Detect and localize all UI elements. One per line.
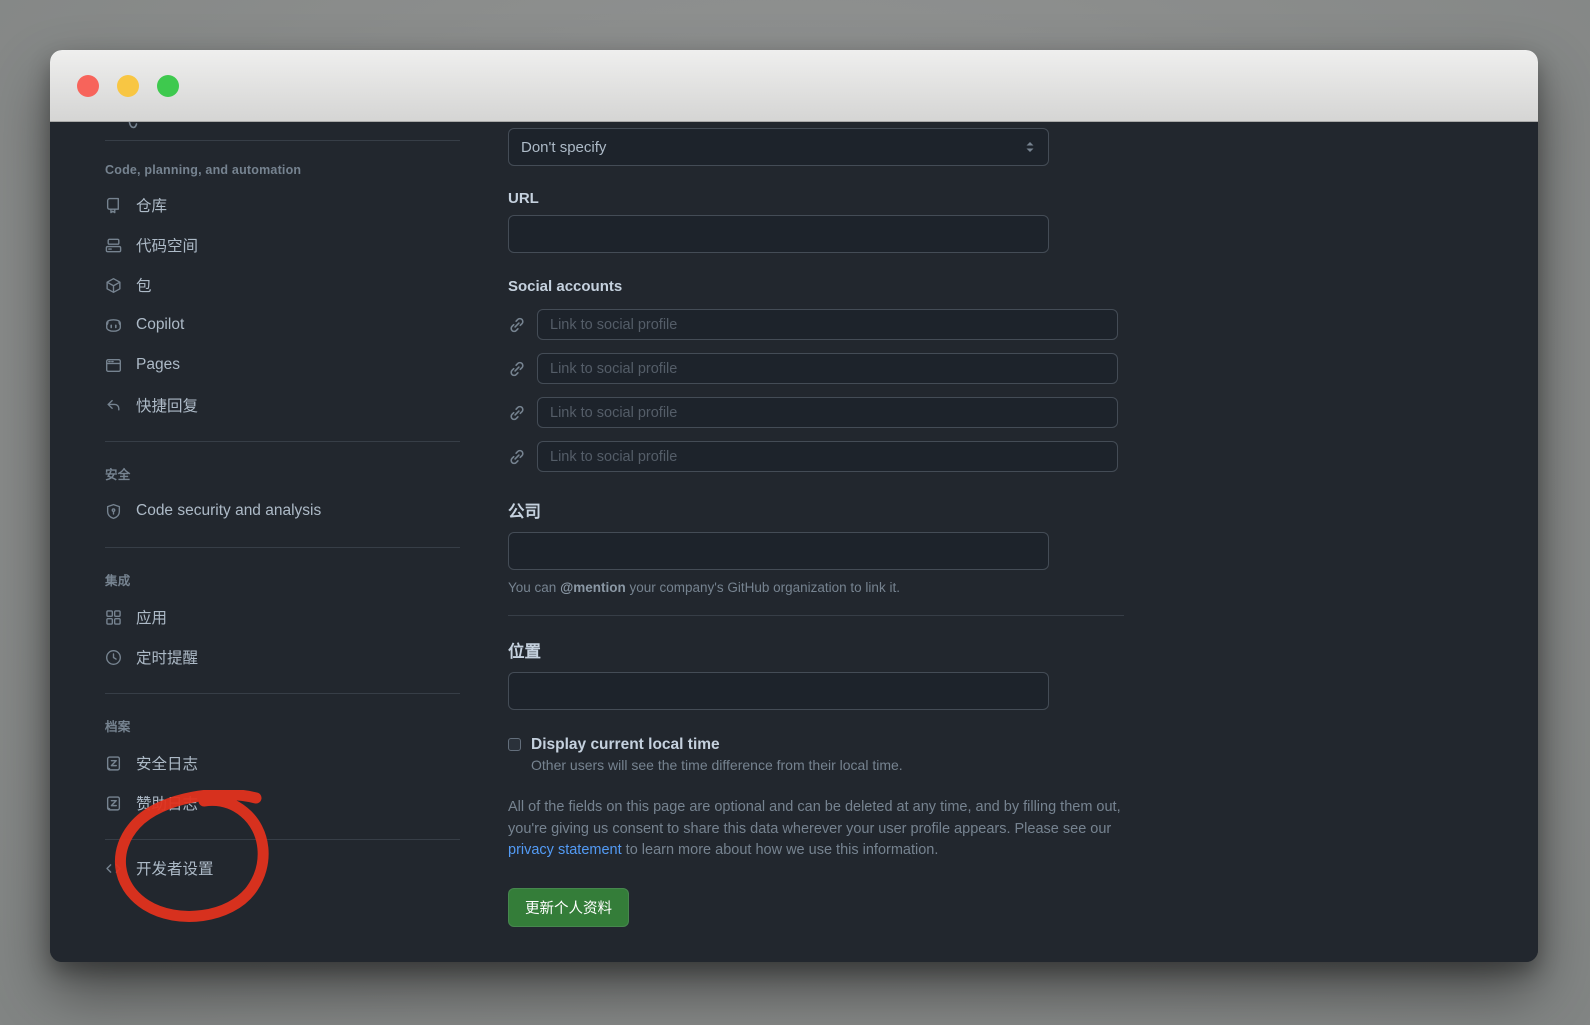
sidebar-item-label: 仓库 [136,194,167,216]
sidebar-item-label: Copilot [136,316,184,334]
sidebar-item-developer-settings[interactable]: 开发者设置 [105,848,460,888]
company-label: 公司 [508,498,1124,522]
social-accounts-label: Social accounts [508,278,1124,295]
settings-page: Code, planning, and automation 仓库 代码空 [50,122,1538,962]
sidebar-divider [105,693,460,694]
link-icon [508,404,526,422]
maximize-button[interactable] [157,75,179,97]
sidebar-item-label: Pages [136,356,180,374]
sidebar-item-label: 赞助日志 [136,792,198,814]
pronouns-select[interactable]: Don't specify [508,128,1049,166]
sidebar-section-label: 集成 [105,570,460,589]
sidebar-item-label: 快捷回复 [136,394,198,416]
profile-form: Don't specify URL Social accounts [460,122,1124,962]
sidebar-divider [105,547,460,548]
sidebar-section-label: Code, planning, and automation [105,163,460,177]
update-profile-button[interactable]: 更新个人资料 [508,888,629,927]
repo-icon [105,197,122,214]
reply-icon [105,397,122,414]
url-label: URL [508,190,1124,207]
sidebar-item-code-security[interactable]: Code security and analysis [105,491,460,531]
titlebar [50,50,1538,122]
shield-lock-icon [105,503,122,520]
apps-icon [105,609,122,626]
browser-icon [105,357,122,374]
sidebar-section-label: 档案 [105,716,460,735]
settings-sidebar: Code, planning, and automation 仓库 代码空 [50,122,460,962]
sidebar-item-saved-replies[interactable]: 快捷回复 [105,385,460,425]
sidebar-item-label: 包 [136,274,152,296]
clipped-item-remnant [128,122,138,131]
sidebar-item-label: 应用 [136,606,167,628]
sidebar-divider [105,441,460,442]
log-icon [105,755,122,772]
log-icon [105,795,122,812]
display-local-time-checkbox[interactable] [508,738,521,751]
sidebar-item-scheduled-reminders[interactable]: 定时提醒 [105,637,460,677]
social-account-row [508,353,1124,384]
package-icon [105,277,122,294]
app-window: Code, planning, and automation 仓库 代码空 [50,50,1538,962]
social-profile-input[interactable] [537,397,1118,428]
form-divider [508,615,1124,616]
link-icon [508,360,526,378]
link-icon [508,448,526,466]
sidebar-item-pages[interactable]: Pages [105,345,460,385]
sidebar-divider [105,140,460,141]
social-profile-input[interactable] [537,353,1118,384]
optional-fields-disclaimer: All of the fields on this page are optio… [508,797,1124,862]
location-label: 位置 [508,638,1124,662]
select-caret-icon [1024,140,1036,154]
social-account-row [508,309,1124,340]
local-time-option: Display current local time Other users w… [508,736,1124,773]
display-local-time-label: Display current local time [531,736,903,754]
sidebar-item-security-log[interactable]: 安全日志 [105,743,460,783]
sidebar-item-label: Code security and analysis [136,502,321,520]
sidebar-item-label: 安全日志 [136,752,198,774]
clock-icon [105,649,122,666]
mention-keyword: @mention [560,580,626,595]
company-hint: You can @mention your company's GitHub o… [508,580,1124,595]
sidebar-divider [105,839,460,840]
sidebar-section-label: 安全 [105,464,460,483]
sidebar-item-label: 代码空间 [136,234,198,256]
social-profile-input[interactable] [537,309,1118,340]
copilot-icon [105,317,122,334]
company-input[interactable] [508,532,1049,570]
display-local-time-hint: Other users will see the time difference… [531,757,903,773]
code-icon [105,860,122,877]
close-button[interactable] [77,75,99,97]
sidebar-item-label: 开发者设置 [136,857,214,879]
social-account-row [508,441,1124,472]
codespaces-icon [105,237,122,254]
sidebar-item-label: 定时提醒 [136,646,198,668]
sidebar-item-repositories[interactable]: 仓库 [105,185,460,225]
link-icon [508,316,526,334]
sidebar-item-codespaces[interactable]: 代码空间 [105,225,460,265]
pronouns-select-value: Don't specify [521,139,606,156]
location-input[interactable] [508,672,1049,710]
sidebar-item-sponsorship-log[interactable]: 赞助日志 [105,783,460,823]
privacy-statement-link[interactable]: privacy statement [508,842,622,858]
minimize-button[interactable] [117,75,139,97]
sidebar-item-packages[interactable]: 包 [105,265,460,305]
social-account-row [508,397,1124,428]
sidebar-item-applications[interactable]: 应用 [105,597,460,637]
sidebar-item-copilot[interactable]: Copilot [105,305,460,345]
url-input[interactable] [508,215,1049,253]
social-profile-input[interactable] [537,441,1118,472]
